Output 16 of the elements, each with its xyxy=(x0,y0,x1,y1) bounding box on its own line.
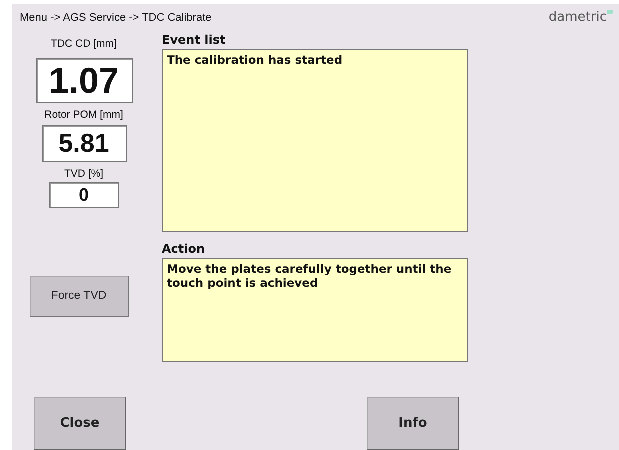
section-label: Event list xyxy=(162,32,227,49)
logo-mark-icon xyxy=(607,10,613,14)
section-label: Action xyxy=(162,242,206,258)
readout-label: TVD [%] xyxy=(64,168,104,182)
logo-text: dametric xyxy=(548,10,607,25)
info-button[interactable]: Info xyxy=(367,397,459,450)
action-text: Move the plates carefully together until the touch point is achieved xyxy=(167,262,453,290)
readout-label: TDC CD [mm] xyxy=(51,38,117,52)
event-text: The calibration has started xyxy=(167,52,344,67)
breadcrumb: Menu -> AGS Service -> TDC Calibrate xyxy=(20,12,212,24)
readout-label: Rotor POM [mm] xyxy=(44,108,124,123)
readout-value: 0 xyxy=(49,182,119,208)
force-button[interactable]: Force TVD xyxy=(30,276,128,317)
readout-value: 5.81 xyxy=(42,124,126,162)
close-button[interactable]: Close xyxy=(34,397,126,450)
readout-value: 1.07 xyxy=(36,58,132,103)
